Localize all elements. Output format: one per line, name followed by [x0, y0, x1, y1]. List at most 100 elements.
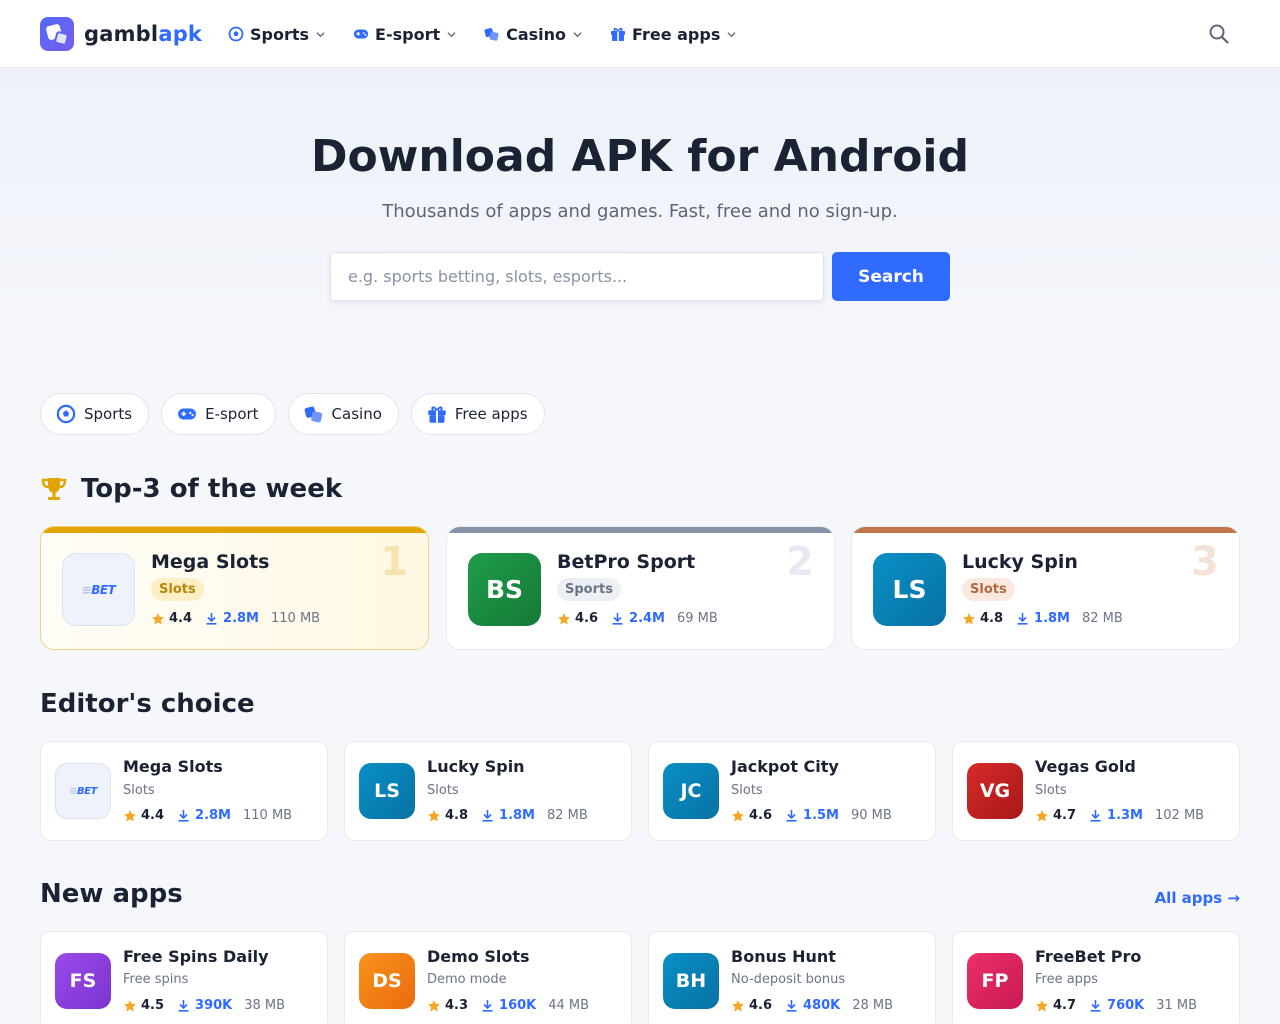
site-logo[interactable]: gamblapk — [40, 17, 202, 51]
search-icon[interactable] — [1208, 23, 1230, 45]
app-name: Vegas Gold — [1035, 757, 1136, 776]
download-icon — [482, 1000, 493, 1012]
site-header: gamblapk Sports E-sport Casino Free apps — [0, 0, 1280, 68]
category-tag: Sports — [557, 578, 621, 601]
app-meta: 4.8 1.8M 82 MB — [427, 808, 588, 823]
app-meta: 4.3 160K 44 MB — [427, 998, 589, 1013]
downloads-value: 480K — [803, 998, 841, 1013]
top-card-3[interactable]: 3 LS Lucky Spin Slots 4.8 1.8M 82 MB — [851, 526, 1240, 650]
app-initials: BH — [675, 970, 707, 992]
downloads-value: 2.8M — [223, 611, 259, 626]
app-initials: DS — [372, 970, 402, 992]
logo-text-part2: apk — [158, 22, 203, 46]
downloads-value: 1.3M — [1107, 808, 1143, 823]
category-chips: Sports E-sport Casino Free apps — [40, 393, 557, 435]
editors-card-2[interactable]: LS Lucky Spin Slots 4.8 1.8M 82 MB — [344, 741, 632, 841]
new-app-card-3[interactable]: BH Bonus Hunt No-deposit bonus 4.6 480K … — [648, 931, 936, 1024]
gamepad-icon — [353, 26, 369, 42]
new-app-card-4[interactable]: FP FreeBet Pro Free apps 4.7 760K 31 MB — [952, 931, 1240, 1024]
size-value: 90 MB — [851, 808, 892, 823]
app-icon: FS — [55, 953, 111, 1009]
rating-value: 4.6 — [749, 808, 773, 823]
chip-free-apps[interactable]: Free apps — [410, 393, 545, 435]
new-app-card-1[interactable]: FS Free Spins Daily Free spins 4.5 390K … — [40, 931, 328, 1024]
chip-label: Casino — [331, 405, 382, 423]
downloads-value: 1.8M — [1034, 611, 1070, 626]
app-meta: 4.6 1.5M 90 MB — [731, 808, 892, 823]
nav-item-sports[interactable]: Sports — [228, 25, 325, 44]
category-tag: Slots — [962, 578, 1015, 601]
section-title: New apps — [40, 879, 183, 909]
downloads-value: 760K — [1107, 998, 1145, 1013]
rank-number: 3 — [1191, 539, 1219, 585]
app-meta: 4.7 760K 31 MB — [1035, 998, 1197, 1013]
chip-label: Free apps — [454, 405, 528, 423]
size-value: 110 MB — [243, 808, 293, 823]
chip-casino[interactable]: Casino — [287, 393, 399, 435]
top-card-2[interactable]: 2 BS BetPro Sport Sports 4.6 2.4M 69 MB — [446, 526, 835, 650]
star-icon — [732, 999, 744, 1011]
hero-subtitle: Thousands of apps and games. Fast, free … — [382, 201, 898, 222]
download-icon — [786, 1000, 797, 1012]
app-category: Slots — [123, 783, 155, 798]
editors-card-4[interactable]: VG Vegas Gold Slots 4.7 1.3M 102 MB — [952, 741, 1240, 841]
star-icon — [124, 999, 136, 1011]
app-icon: BH — [663, 953, 719, 1009]
dice-icon — [304, 404, 324, 424]
size-value: 28 MB — [852, 998, 894, 1013]
download-icon — [612, 613, 623, 625]
dice-icon — [484, 26, 500, 42]
app-initials: FP — [981, 970, 1009, 992]
app-name: Free Spins Daily — [123, 947, 269, 966]
new-app-card-2[interactable]: DS Demo Slots Demo mode 4.3 160K 44 MB — [344, 931, 632, 1024]
gift-icon — [427, 404, 447, 424]
all-apps-link[interactable]: All apps → — [1155, 889, 1240, 907]
nav-item-free-apps[interactable]: Free apps — [610, 25, 736, 44]
nav-item-casino[interactable]: Casino — [484, 25, 582, 44]
rating-value: 4.3 — [445, 998, 469, 1013]
app-category: Free spins — [123, 972, 189, 987]
chevron-down-icon — [316, 31, 325, 37]
star-icon — [1036, 999, 1048, 1011]
app-category: Slots — [1035, 783, 1067, 798]
downloads-value: 390K — [195, 998, 233, 1013]
search-input[interactable] — [330, 252, 824, 301]
rating-value: 4.8 — [445, 808, 469, 823]
app-meta: 4.6 2.4M 69 MB — [557, 611, 718, 626]
app-initials: FS — [69, 970, 97, 992]
rating-value: 4.8 — [980, 611, 1004, 626]
app-meta: 4.5 390K 38 MB — [123, 998, 285, 1013]
search-button[interactable]: Search — [832, 252, 950, 301]
bet-logo-prefix: ≡ — [81, 582, 92, 597]
app-category: No-deposit bonus — [731, 972, 846, 987]
top-card-1[interactable]: 1 ≡BET Mega Slots Slots 4.4 2.8M 110 MB — [40, 526, 429, 650]
downloads-value: 1.5M — [803, 808, 839, 823]
app-initials: LS — [892, 575, 927, 604]
app-icon: DS — [359, 953, 415, 1009]
nav-item-label: E-sport — [375, 24, 441, 44]
downloads-value: 1.8M — [499, 808, 535, 823]
nav-item-esport[interactable]: E-sport — [353, 25, 456, 44]
star-icon — [124, 809, 136, 821]
chip-label: Sports — [84, 405, 133, 423]
app-icon: LS — [873, 553, 946, 626]
app-category: Free apps — [1035, 972, 1098, 987]
chip-esport[interactable]: E-sport — [161, 393, 276, 435]
chip-sports[interactable]: Sports — [40, 393, 150, 435]
editors-card-3[interactable]: JC Jackpot City Slots 4.6 1.5M 90 MB — [648, 741, 936, 841]
size-value: 31 MB — [1156, 998, 1198, 1013]
category-tag: Slots — [151, 578, 204, 601]
nav-item-label: Free apps — [632, 24, 721, 44]
app-icon: ≡BET — [55, 763, 111, 819]
chevron-down-icon — [447, 31, 456, 37]
gamepad-icon — [177, 404, 197, 424]
star-icon — [963, 612, 975, 624]
logo-text: gamblapk — [84, 22, 202, 46]
star-icon — [732, 809, 744, 821]
soccer-ball-icon — [56, 404, 76, 424]
gift-icon — [610, 26, 626, 42]
app-icon: BS — [468, 553, 541, 626]
app-icon: LS — [359, 763, 415, 819]
hero-section: Download APK for Android Thousands of ap… — [0, 69, 1280, 369]
editors-card-1[interactable]: ≡BET Mega Slots Slots 4.4 2.8M 110 MB — [40, 741, 328, 841]
